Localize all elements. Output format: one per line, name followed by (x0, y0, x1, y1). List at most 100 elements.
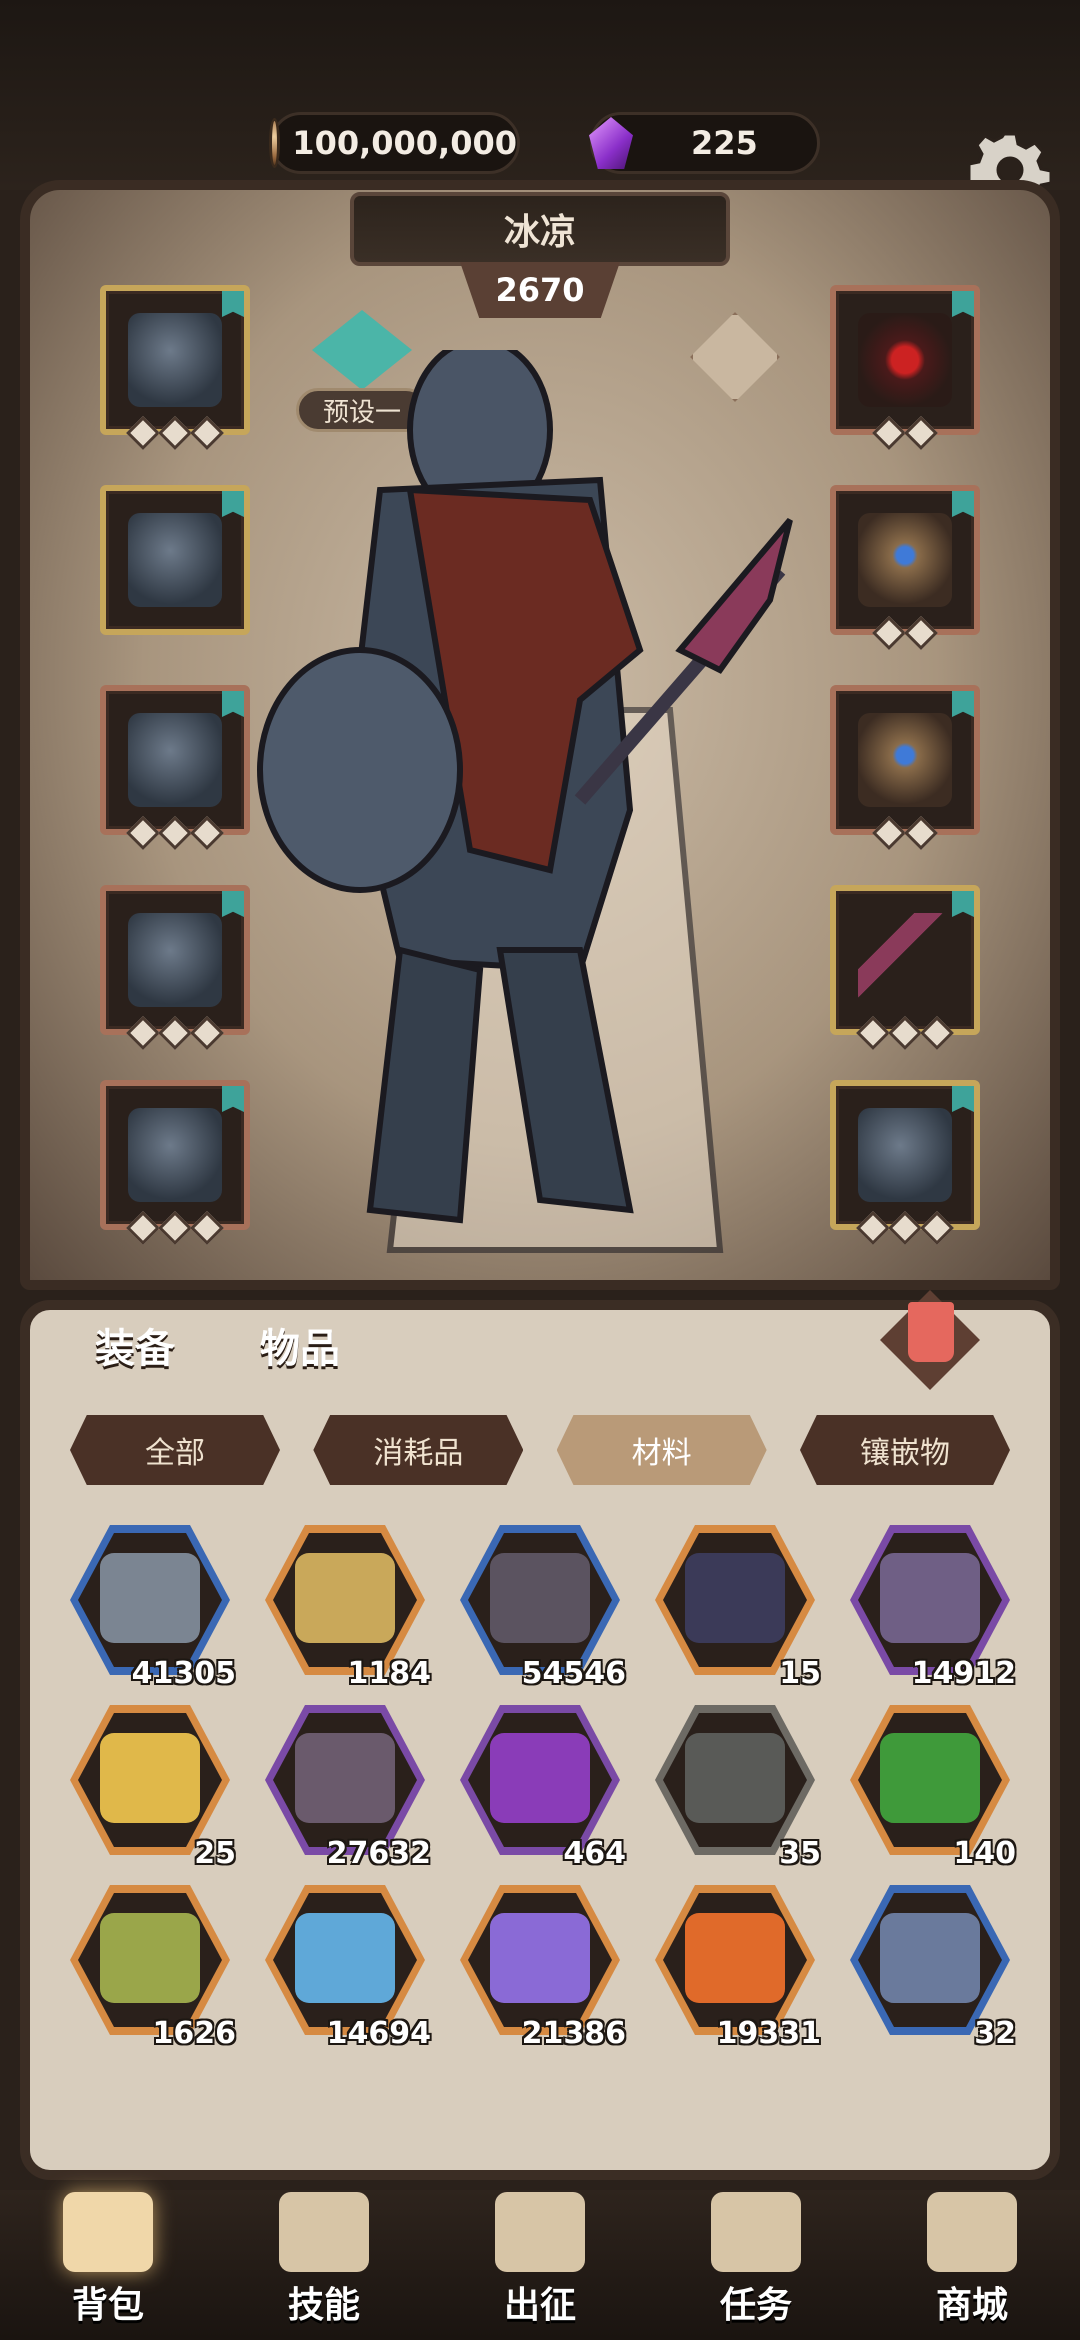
coin-amount: 100,000,000 (292, 124, 517, 162)
inventory-item[interactable]: 27632 (255, 1705, 435, 1871)
emerald-ingot-icon (880, 1733, 980, 1823)
inventory-item[interactable]: 25 (60, 1705, 240, 1871)
item-count: 32 (974, 2016, 1016, 2051)
weapon-icon (858, 913, 952, 1007)
item-count: 27632 (326, 1836, 431, 1871)
inventory-item[interactable]: 19331 (645, 1885, 825, 2051)
crystal-cluster-icon (295, 1733, 395, 1823)
filter-consumables[interactable]: 消耗品 (313, 1415, 524, 1485)
skill-book-icon (279, 2192, 369, 2272)
knight-character (257, 350, 793, 1253)
nav-label: 背包 (71, 2285, 144, 2326)
yellow-potion-icon (100, 1733, 200, 1823)
inventory-item[interactable]: 41305 (60, 1525, 240, 1691)
filter-all[interactable]: 全部 (70, 1415, 280, 1485)
gem-amount: 225 (691, 124, 758, 162)
leg-armor-icon (128, 913, 222, 1007)
gloves-icon (128, 713, 222, 807)
nav-backpack[interactable]: 背包 (18, 2192, 198, 2332)
bottom-navigation: 背包 技能 出征 任务 商城 (0, 2190, 1080, 2340)
amulet-icon (858, 313, 952, 407)
item-count: 41305 (131, 1656, 236, 1691)
hero-name: 冰凉 (350, 192, 730, 266)
item-count: 1184 (347, 1656, 432, 1691)
scroll-icon (685, 1733, 785, 1823)
slot-tag-icon (222, 691, 244, 717)
equipment-slot-weapon[interactable] (830, 885, 980, 1050)
inventory-item[interactable]: 32 (840, 1885, 1020, 2051)
item-count: 35 (779, 1836, 821, 1871)
slot-tag-icon (222, 491, 244, 517)
item-count: 14694 (326, 2016, 431, 2051)
equipment-slot-ring-1[interactable] (830, 485, 980, 650)
item-count: 140 (953, 1836, 1016, 1871)
nav-quests[interactable]: 任务 (666, 2192, 846, 2332)
iron-ore-icon (100, 1553, 200, 1643)
filter-materials[interactable]: 材料 (556, 1415, 767, 1485)
item-count: 19331 (716, 2016, 821, 2051)
inventory-item[interactable]: 464 (450, 1705, 630, 1871)
coin-icon (269, 118, 281, 168)
slot-tag-icon (222, 1086, 244, 1112)
nature-rune-icon (100, 1913, 200, 2003)
inventory-item[interactable]: 21386 (450, 1885, 630, 2051)
equipment-slot-shield[interactable] (830, 1080, 980, 1245)
hero-power: 2670 (460, 262, 620, 318)
equipment-slot-chest[interactable] (100, 485, 250, 635)
item-count: 21386 (521, 2016, 626, 2051)
chest-armor-icon (128, 513, 222, 607)
shield-icon (858, 1108, 952, 1202)
tab-equipment[interactable]: 装备 (65, 1295, 205, 1395)
nav-label: 商城 (935, 2285, 1008, 2326)
backpack-icon (63, 2192, 153, 2272)
equipment-slot-boots[interactable] (100, 1080, 250, 1245)
nav-shop[interactable]: 商城 (882, 2192, 1062, 2332)
inventory-item[interactable]: 140 (840, 1705, 1020, 1871)
equipment-slot-legs[interactable] (100, 885, 250, 1050)
slot-tag-icon (952, 291, 974, 317)
inventory-item[interactable]: 1184 (255, 1525, 435, 1691)
equipment-slot-ring-2[interactable] (830, 685, 980, 850)
equipment-slot-amulet[interactable] (830, 285, 980, 450)
quill-icon (685, 1553, 785, 1643)
helmet-icon (128, 313, 222, 407)
trash-icon (908, 1302, 954, 1362)
inventory-item[interactable]: 1626 (60, 1885, 240, 2051)
equipment-slot-helmet[interactable] (100, 285, 250, 450)
item-count: 14912 (911, 1656, 1016, 1691)
slot-tag-icon (222, 891, 244, 917)
purple-potion-icon (490, 1733, 590, 1823)
nav-label: 任务 (719, 2285, 792, 2326)
nav-skills[interactable]: 技能 (234, 2192, 414, 2332)
nav-label: 出征 (503, 2285, 576, 2326)
inventory-item[interactable]: 15 (645, 1525, 825, 1691)
coin-counter[interactable]: 100,000,000 (269, 112, 520, 174)
item-count: 15 (779, 1656, 821, 1691)
slot-tag-icon (952, 1086, 974, 1112)
dark-crystal-icon (490, 1553, 590, 1643)
filter-gems[interactable]: 镶嵌物 (799, 1415, 1010, 1485)
shop-icon (927, 2192, 1017, 2272)
tab-items[interactable]: 物品 (230, 1295, 370, 1395)
mithril-ore-icon (880, 1553, 980, 1643)
item-count: 54546 (521, 1656, 626, 1691)
ice-rune-icon (295, 1913, 395, 2003)
quest-icon (711, 2192, 801, 2272)
slot-tag-icon (952, 491, 974, 517)
inventory-item[interactable]: 14912 (840, 1525, 1020, 1691)
inventory-item[interactable]: 14694 (255, 1885, 435, 2051)
inventory-item[interactable]: 54546 (450, 1525, 630, 1691)
item-count: 25 (194, 1836, 236, 1871)
slot-tag-icon (952, 691, 974, 717)
inventory-item[interactable]: 35 (645, 1705, 825, 1871)
feather-gem-icon (880, 1913, 980, 2003)
equipment-slot-gloves[interactable] (100, 685, 250, 850)
nav-expedition[interactable]: 出征 (450, 2192, 630, 2332)
item-grid: 41305 1184 54546 15 14912 25 27632 464 35 140 1626… (60, 1525, 1020, 2051)
slot-tag-icon (952, 891, 974, 917)
ring-icon (858, 713, 952, 807)
gem-counter[interactable]: 225 (589, 112, 820, 174)
sword-banner-icon (495, 2192, 585, 2272)
fire-rune-icon (685, 1913, 785, 2003)
filter-tabs: 全部 消耗品 材料 镶嵌物 (70, 1415, 1010, 1495)
